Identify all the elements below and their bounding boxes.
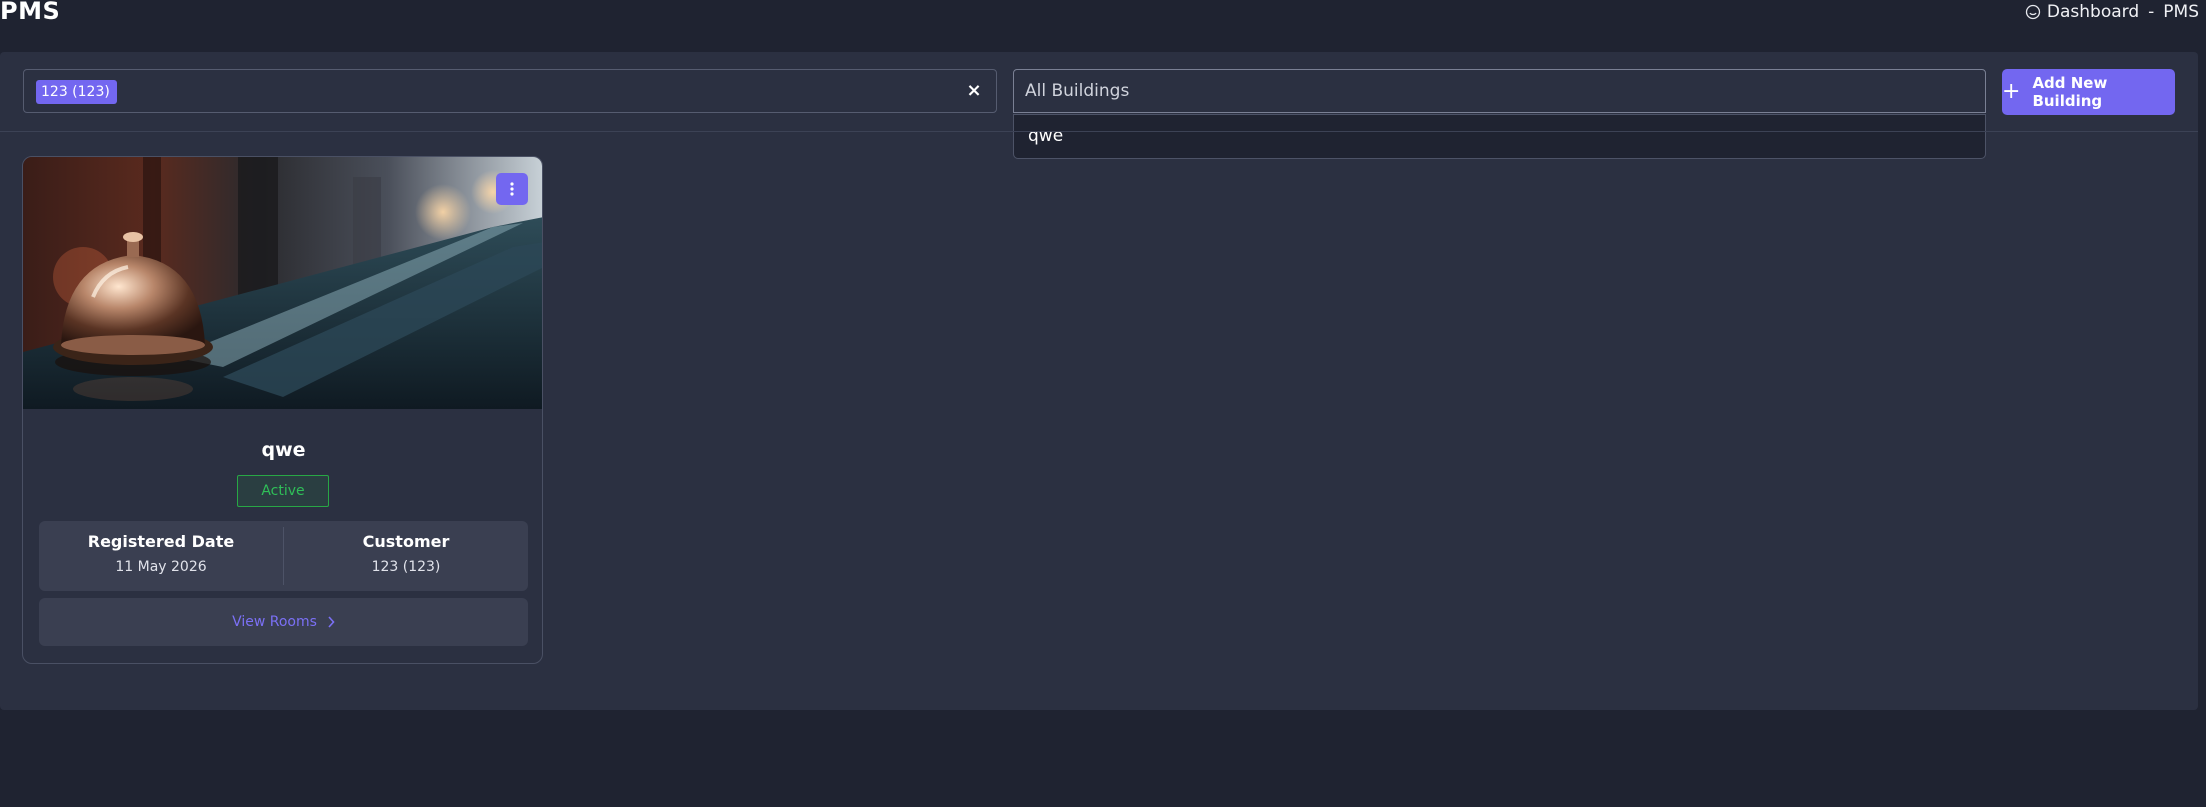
status-badge: Active (237, 475, 329, 507)
breadcrumb-home-label: Dashboard (2046, 2, 2140, 22)
customer-select[interactable]: 123 (123) × (23, 69, 997, 113)
view-rooms-label: View Rooms (232, 614, 317, 630)
registered-date-value: 11 May 2026 (115, 559, 207, 575)
customer-value: 123 (123) (371, 559, 441, 575)
panel-divider (0, 131, 2198, 132)
hotel-bell-photo (23, 157, 542, 409)
view-rooms-button[interactable]: View Rooms (39, 598, 528, 646)
building-card: qwe Active Registered Date 11 May 2026 C… (22, 156, 543, 664)
breadcrumb-current: PMS (2163, 2, 2199, 22)
add-building-label: Add New Building (2032, 74, 2108, 110)
registered-date-block: Registered Date 11 May 2026 (39, 521, 283, 591)
dropdown-option[interactable]: qwe (1028, 126, 1063, 146)
close-icon[interactable]: × (966, 82, 982, 100)
more-vertical-icon (510, 182, 514, 196)
breadcrumb: Dashboard - PMS (2025, 2, 2199, 22)
building-dropdown: qwe (1013, 114, 1986, 159)
registered-date-label: Registered Date (87, 532, 235, 551)
building-search-input[interactable] (1014, 70, 1985, 112)
buildings-panel: 123 (123) × qwe + Add New Building (0, 52, 2198, 710)
top-bar: PMS Dashboard - PMS (0, 0, 2206, 30)
add-building-button[interactable]: + Add New Building (2002, 69, 2175, 115)
customer-label: Customer (362, 532, 450, 551)
building-image (23, 157, 542, 409)
building-info: Registered Date 11 May 2026 Customer 123… (39, 521, 528, 591)
customer-block: Customer 123 (123) (284, 521, 528, 591)
building-search[interactable] (1013, 69, 1986, 113)
chevron-right-icon (328, 616, 335, 628)
home-icon (2025, 4, 2041, 20)
building-name: qwe (261, 439, 306, 461)
breadcrumb-separator: - (2148, 2, 2155, 22)
card-menu-button[interactable] (496, 173, 528, 205)
breadcrumb-home[interactable]: Dashboard (2025, 2, 2139, 22)
app-title: PMS (0, 0, 61, 25)
customer-chip[interactable]: 123 (123) (36, 80, 117, 104)
plus-icon: + (2002, 79, 2021, 104)
